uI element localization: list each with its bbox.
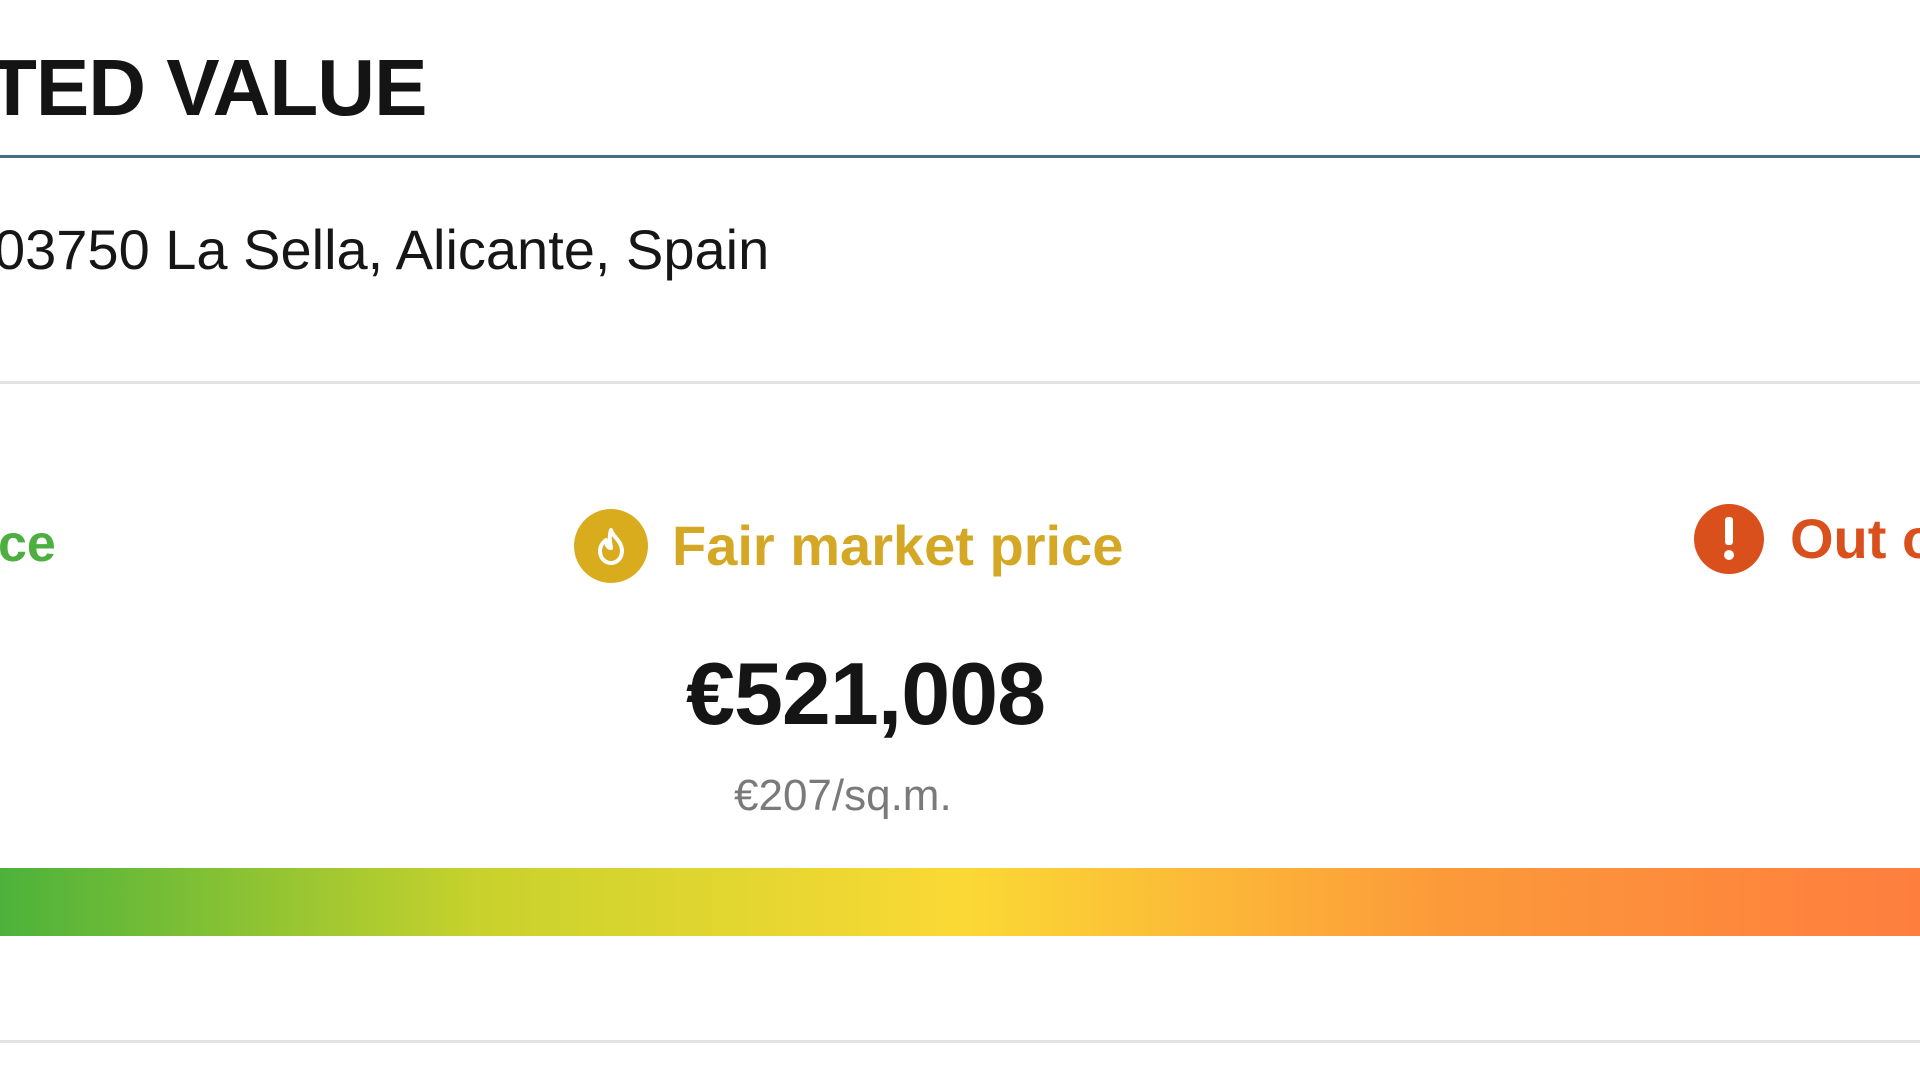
estimated-price: €521,008 <box>686 644 1046 743</box>
fair-market-price-label: Fair market price <box>672 514 1124 577</box>
flame-icon <box>574 509 648 583</box>
out-of-market-label: Out o <box>1790 507 1920 570</box>
fair-market-price-indicator: Fair market price <box>574 509 1124 583</box>
out-of-market-indicator: Out o <box>1694 503 1920 575</box>
exclamation-icon <box>1694 504 1764 574</box>
section-title: TED VALUE <box>0 43 427 132</box>
price-per-square-meter: €207/sq.m. <box>734 771 952 820</box>
section-divider <box>0 381 1920 384</box>
property-address: 03750 La Sella, Alicante, Spain <box>0 218 770 281</box>
valuation-panel: TED VALUE 03750 La Sella, Alicante, Spai… <box>0 0 1920 1080</box>
header-divider <box>0 155 1920 158</box>
price-range-gradient-bar <box>0 868 1920 936</box>
bottom-divider <box>0 1040 1920 1043</box>
low-price-label: ce <box>0 515 56 573</box>
